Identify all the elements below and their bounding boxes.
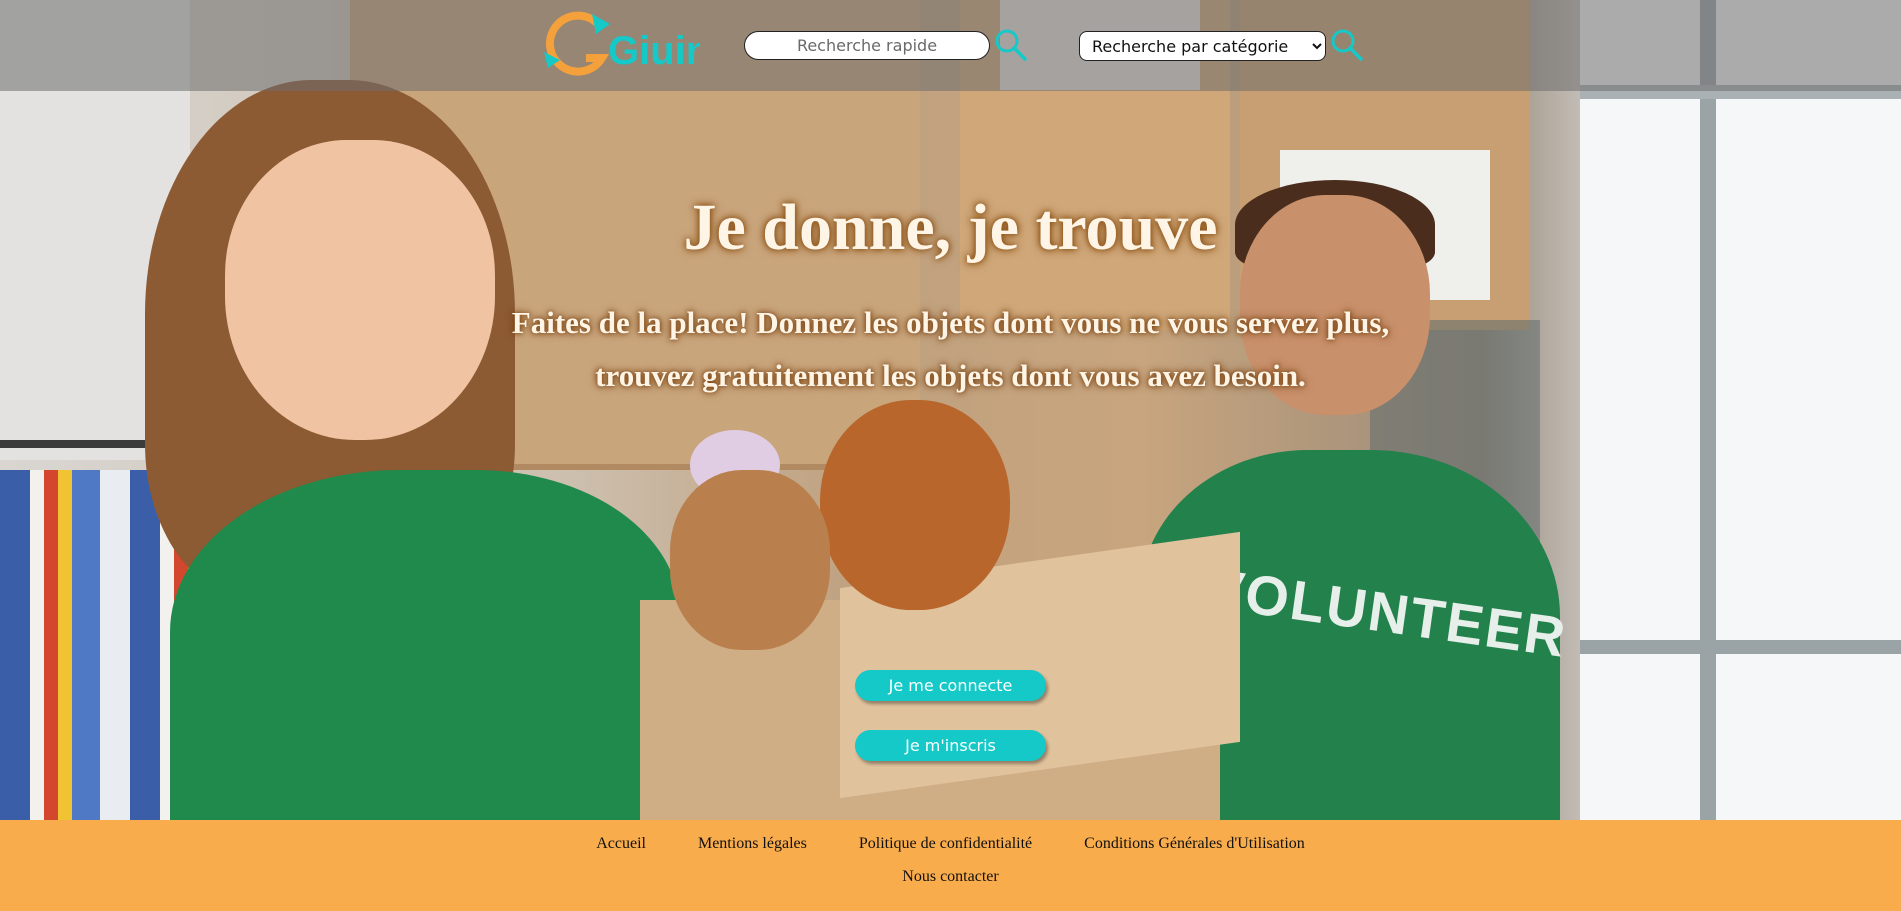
logo-text: Giuin [608, 29, 700, 73]
signup-button[interactable]: Je m'inscris [855, 730, 1046, 761]
footer-link-mentions-legales[interactable]: Mentions légales [698, 835, 807, 852]
footer: Accueil Mentions légales Politique de co… [0, 820, 1901, 911]
rag-doll [670, 470, 830, 650]
header-bar: Giuin Recherche par catégorie [0, 0, 1901, 91]
hero-title: Je donne, je trouve [683, 191, 1218, 264]
footer-links-row: Accueil Mentions légales Politique de co… [0, 835, 1901, 853]
footer-link-politique-confidentialite[interactable]: Politique de confidentialité [859, 835, 1032, 852]
login-button[interactable]: Je me connecte [855, 670, 1046, 701]
giuin-logo[interactable]: Giuin [540, 8, 700, 80]
background-window [1580, 0, 1901, 820]
hero-subtitle: Faites de la place! Donnez les objets do… [500, 296, 1401, 402]
quick-search-button[interactable] [994, 28, 1028, 62]
category-search-button[interactable] [1330, 28, 1364, 62]
footer-link-cgu[interactable]: Conditions Générales d'Utilisation [1084, 835, 1305, 852]
footer-link-accueil[interactable]: Accueil [596, 835, 646, 852]
footer-link-nous-contacter[interactable]: Nous contacter [902, 868, 998, 885]
search-icon [995, 29, 1027, 61]
search-icon [1331, 29, 1363, 61]
teddy-bear [820, 400, 1010, 610]
window-frame [1580, 640, 1901, 654]
hero-subtitle-line2: trouvez gratuitement les objets dont vou… [595, 358, 1306, 393]
volunteer-woman-body [170, 470, 680, 820]
footer-links-row: Nous contacter [0, 868, 1901, 886]
volunteer-woman-face [225, 140, 495, 440]
quick-search-input[interactable] [744, 31, 990, 60]
window-frame [1700, 0, 1716, 820]
category-search-select[interactable]: Recherche par catégorie [1079, 31, 1326, 61]
hero-subtitle-line1: Faites de la place! Donnez les objets do… [511, 305, 1390, 340]
